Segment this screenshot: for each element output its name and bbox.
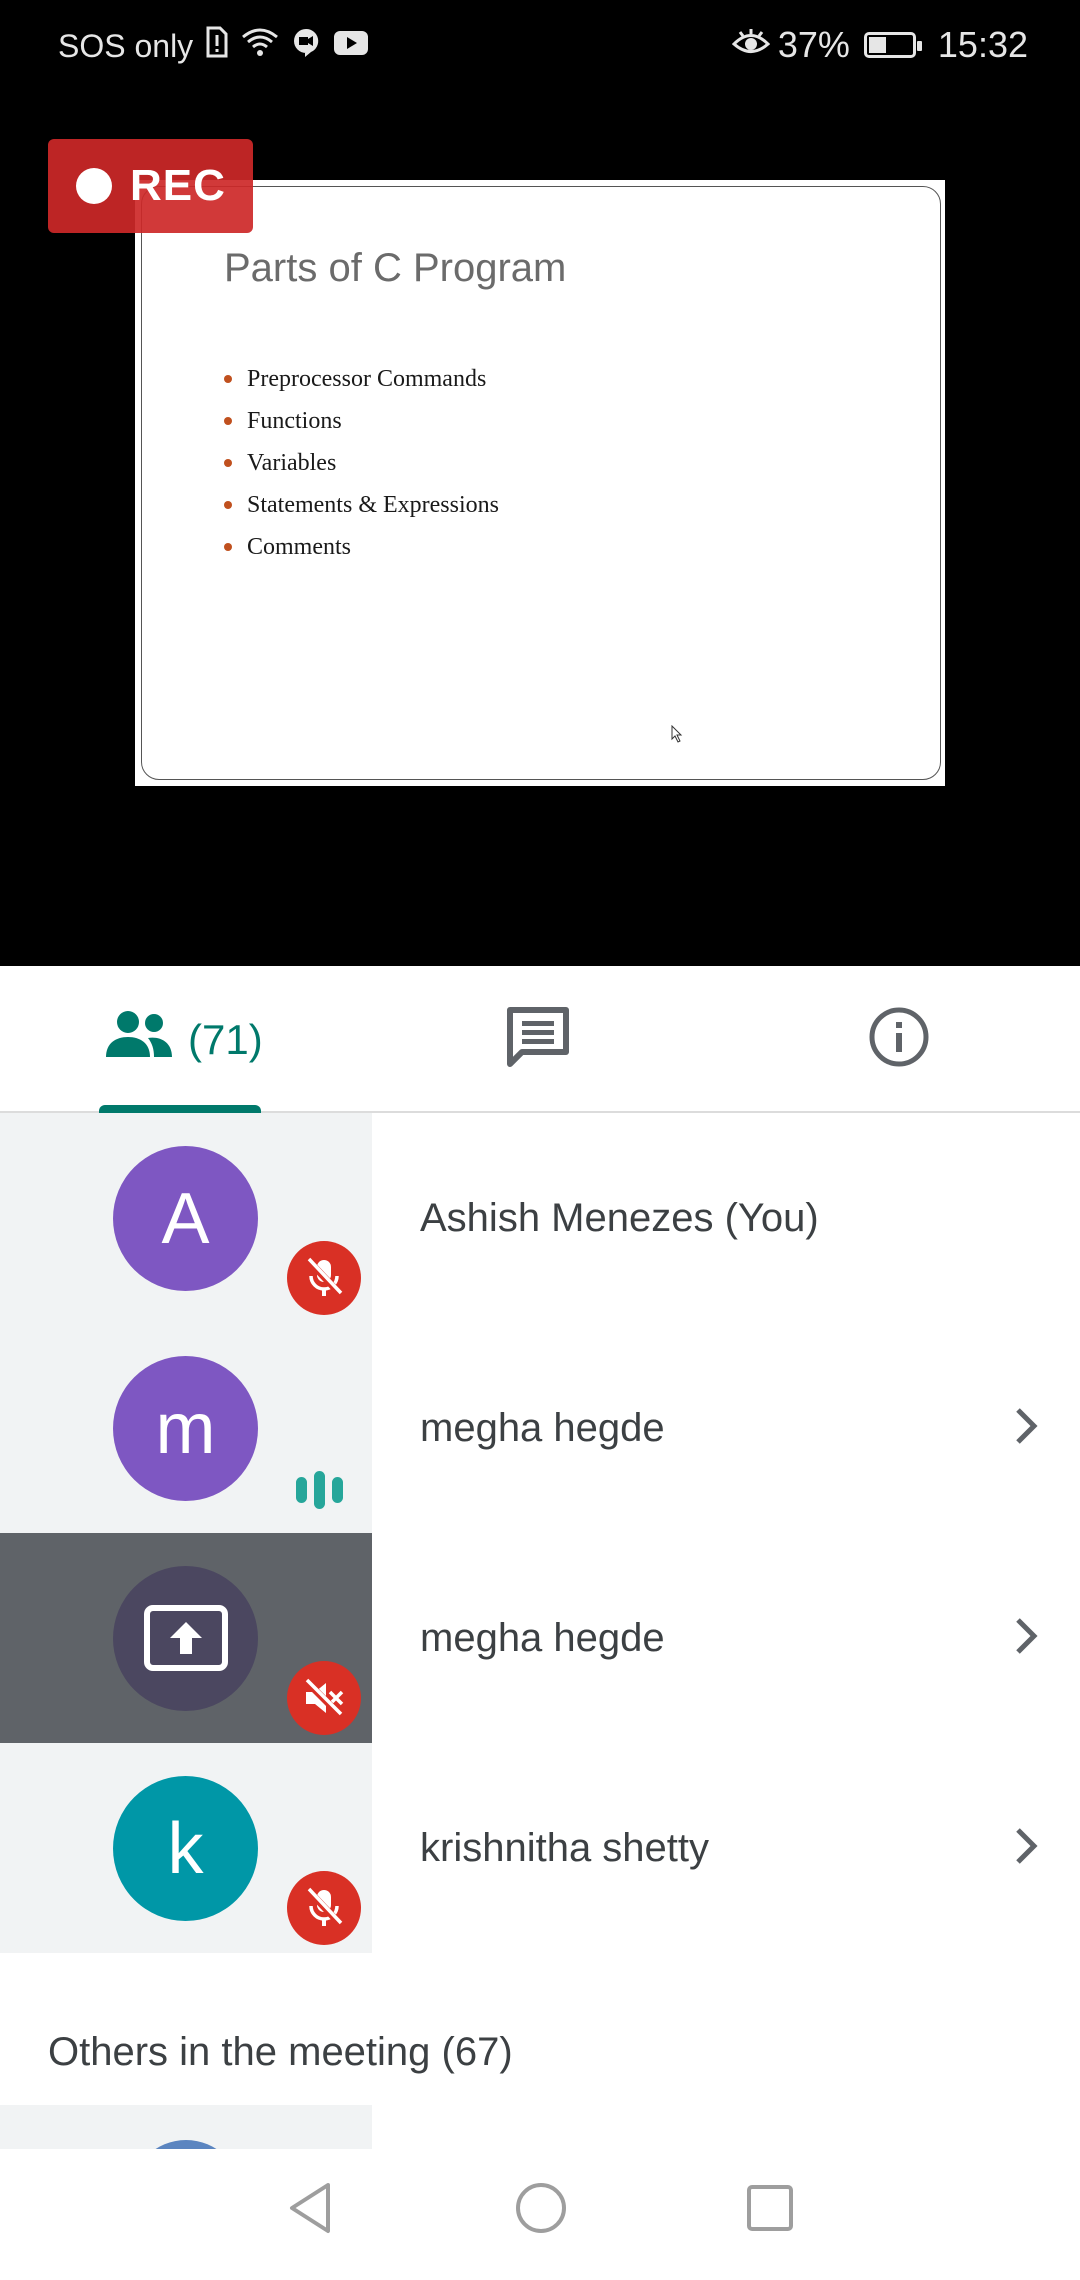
sim-alert-icon <box>205 26 229 66</box>
system-nav-bar <box>0 2149 1080 2280</box>
participant-row[interactable]: k krishnitha shetty <box>0 1743 1080 1953</box>
record-dot-icon <box>76 168 112 204</box>
battery-icon <box>863 32 922 58</box>
avatar: A <box>113 1146 258 1291</box>
home-button[interactable] <box>514 2179 568 2242</box>
clock: 15:32 <box>937 24 1028 65</box>
participant-row[interactable]: megha hegde <box>0 1533 1080 1743</box>
participant-list: A Ashish Menezes (You) m megha hegde meg… <box>0 1113 1080 1953</box>
meet-notification-icon <box>291 27 321 65</box>
shared-slide: Parts of C Program Preprocessor Commands… <box>135 180 945 786</box>
status-bar: SOS only 37% 15:32 <box>0 0 1080 92</box>
participant-row: A Ashish Menezes (You) <box>0 1113 1080 1323</box>
participant-tile[interactable] <box>0 2105 372 2149</box>
slide-bullet-list: Preprocessor Commands Functions Variable… <box>224 358 499 568</box>
participant-name: megha hegde <box>420 1405 665 1450</box>
wifi-icon <box>241 27 279 65</box>
speaking-indicator-icon <box>296 1471 343 1509</box>
slide-bullet: Comments <box>224 526 499 568</box>
slide-bullet: Preprocessor Commands <box>224 358 499 400</box>
participant-name: krishnitha shetty <box>420 1825 710 1870</box>
participant-row[interactable]: m megha hegde <box>0 1323 1080 1533</box>
slide-bullet: Statements & Expressions <box>224 484 499 526</box>
participant-tile <box>0 1533 372 1743</box>
panel-tabs: (71) <box>0 966 1080 1115</box>
mic-off-icon <box>287 1241 361 1315</box>
chat-icon <box>506 1006 570 1073</box>
slide-bullet: Variables <box>224 442 499 484</box>
slide-title: Parts of C Program <box>224 246 567 290</box>
volume-off-icon <box>287 1661 361 1735</box>
people-icon <box>104 1009 174 1071</box>
participant-tile: A <box>0 1113 372 1323</box>
tab-info[interactable] <box>868 966 930 1113</box>
avatar: m <box>113 1356 258 1501</box>
chevron-right-icon[interactable] <box>1014 1616 1038 1661</box>
participant-name: Ashish Menezes (You) <box>420 1195 819 1240</box>
slide-bullet: Functions <box>224 400 499 442</box>
participant-name: megha hegde <box>420 1615 665 1660</box>
battery-percent: 37% <box>777 24 850 65</box>
status-left: SOS only <box>58 26 369 66</box>
recording-badge: REC <box>48 139 253 233</box>
mouse-pointer-icon <box>671 724 683 748</box>
carrier-text: SOS only <box>58 27 194 64</box>
participant-tile: k <box>0 1743 372 1953</box>
tab-chat[interactable] <box>506 966 570 1113</box>
chevron-right-icon[interactable] <box>1014 1406 1038 1451</box>
info-icon <box>868 1006 930 1073</box>
status-right: 37% 15:32 <box>731 24 1028 66</box>
others-heading: Others in the meeting (67) <box>48 2030 513 2074</box>
avatar: k <box>113 1776 258 1921</box>
eye-comfort-icon <box>731 24 771 66</box>
people-count: (71) <box>188 1015 263 1063</box>
recording-label: REC <box>130 161 226 210</box>
mic-off-icon <box>287 1871 361 1945</box>
tab-people[interactable]: (71) <box>99 966 263 1115</box>
recents-button[interactable] <box>744 2179 796 2242</box>
participant-tile: m <box>0 1323 372 1533</box>
back-button[interactable] <box>284 2179 336 2242</box>
avatar <box>130 2140 242 2149</box>
chevron-right-icon[interactable] <box>1014 1826 1038 1871</box>
presentation-avatar <box>113 1566 258 1711</box>
youtube-icon <box>333 28 369 65</box>
presentation-video[interactable]: SOS only 37% 15:32 REC Parts of C Progra… <box>0 0 1080 966</box>
